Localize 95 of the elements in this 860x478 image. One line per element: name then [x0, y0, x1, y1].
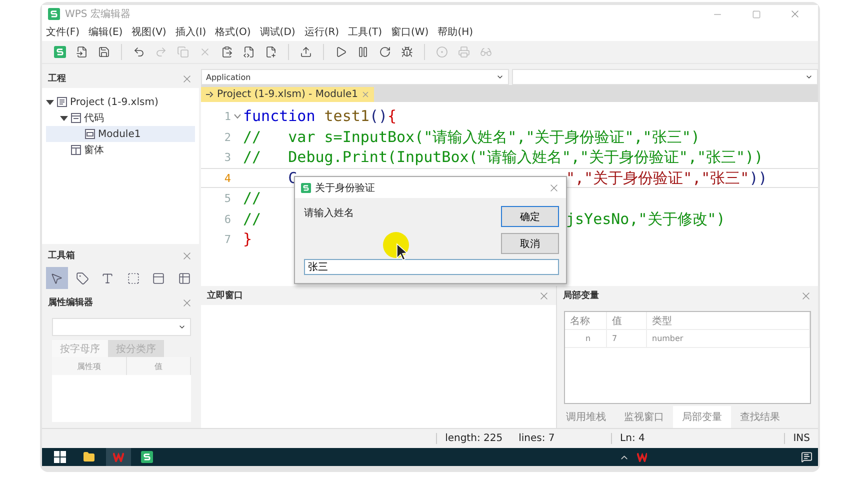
macro-button[interactable] [52, 44, 68, 60]
table-cell: number [647, 330, 810, 347]
form-window-icon [71, 145, 81, 155]
app-logo-icon [48, 8, 60, 20]
status-text: length: 225 [436, 433, 511, 444]
line-number: 1 [223, 110, 231, 123]
pointer-tool[interactable] [46, 267, 68, 289]
save-icon[interactable] [98, 46, 110, 58]
panel-icon [152, 272, 166, 284]
menu-item[interactable]: 工具(T) [348, 25, 382, 39]
table-cell: n [565, 330, 607, 347]
frame-icon [126, 272, 140, 284]
menu-item[interactable]: 帮助(H) [438, 25, 474, 39]
tree-item[interactable]: Project (1-9.xlsm) [46, 94, 195, 110]
column-header: 名称 [565, 312, 607, 329]
code-file-icon[interactable] [243, 46, 255, 58]
menu-item[interactable]: 格式(O) [215, 25, 251, 39]
module-icon [205, 90, 214, 99]
code-text: // [243, 210, 262, 228]
status-text: Ln: 4 [611, 433, 653, 444]
dialog-title: 关于身份验证 [315, 182, 376, 194]
column-header: 值 [607, 312, 647, 329]
app-logo-icon [54, 46, 66, 58]
code-text: ","关于身份验证","张三")) [566, 168, 768, 188]
code-text: jsYesNo,"关于修改") [566, 210, 726, 228]
line-number: 2 [223, 130, 231, 144]
code-text: // Debug.Print(InputBox("请输入姓名","关于身份验证","张三")) [243, 148, 764, 167]
menu-item[interactable]: 视图(V) [132, 25, 166, 39]
paste-icon[interactable] [221, 46, 233, 58]
line-number: 3 [223, 151, 231, 164]
menu-item[interactable]: 文件(F) [46, 25, 80, 39]
code-text: } [243, 230, 252, 248]
upload-icon[interactable] [300, 46, 312, 58]
maximize-icon[interactable] [752, 10, 760, 18]
tree-item[interactable]: 代码 [46, 110, 195, 126]
app-logo-icon [141, 451, 154, 463]
line-number: 4 [223, 172, 231, 184]
menu-item[interactable]: 插入(I) [175, 25, 206, 39]
dropdown-caret-icon [496, 73, 504, 81]
menu-item[interactable]: 编辑(E) [88, 25, 123, 39]
text-icon [101, 272, 114, 284]
tab[interactable]: 局部变量 [673, 406, 731, 428]
line-number: 5 [223, 192, 231, 205]
code-text: // [243, 189, 262, 208]
table-cell: 7 [607, 330, 647, 347]
close-icon[interactable] [789, 8, 801, 20]
menu-item[interactable]: 窗口(W) [391, 25, 429, 39]
export-icon[interactable] [76, 46, 88, 58]
input-field[interactable]: 张三 [304, 259, 559, 275]
dropdown-caret-icon [178, 323, 186, 331]
tag-icon [76, 272, 89, 284]
code-text: function test1(){ [243, 107, 397, 126]
column-header: 类型 [647, 312, 810, 329]
dialog-button[interactable]: 确定 [501, 206, 559, 227]
folder-window-icon [71, 113, 81, 123]
table-icon [178, 272, 191, 284]
bug-icon[interactable] [401, 46, 413, 58]
panel-title: 立即窗口 [207, 289, 243, 302]
fold-caret-icon[interactable] [234, 114, 240, 119]
tab-label: Project (1-9.xlsm) - Module1 [217, 89, 358, 100]
pointer-icon [50, 272, 64, 284]
dialog-button[interactable]: 取消 [501, 233, 559, 254]
refresh-icon[interactable] [379, 46, 391, 58]
code-text: // var s=InputBox("请输入姓名","关于身份验证","张三") [243, 128, 700, 146]
panel-title: 工具箱 [48, 250, 75, 262]
undo-icon[interactable] [133, 46, 145, 58]
object-dropdown[interactable]: Application [201, 69, 509, 85]
menu-item[interactable]: 运行(R) [304, 25, 340, 39]
status-text: lines: 7 [518, 433, 556, 444]
prompt-text: 请输入姓名 [304, 206, 354, 220]
folder-icon [83, 451, 96, 463]
new-file-icon[interactable] [265, 46, 277, 58]
dropdown-caret-icon [805, 73, 813, 81]
line-number: 6 [223, 212, 231, 226]
tree-item[interactable]: Module1 [46, 126, 195, 142]
dropdown-value: Application [206, 72, 251, 82]
module-window-icon [85, 129, 95, 139]
pause-icon[interactable] [357, 46, 369, 58]
status-text: INS [784, 433, 818, 444]
play-icon[interactable] [335, 46, 347, 58]
close-icon[interactable] [361, 90, 370, 99]
window-title: WPS 宏编辑器 [65, 8, 132, 21]
panel-title: 属性编辑器 [48, 296, 93, 309]
document-tab[interactable]: Project (1-9.xlsm) - Module1 [201, 87, 374, 102]
document-icon [57, 97, 67, 107]
windows-logo-icon[interactable] [54, 451, 66, 463]
notification-icon[interactable] [800, 451, 812, 463]
menu-item[interactable]: 调试(D) [260, 25, 296, 39]
panel-title: 工程 [48, 72, 66, 85]
app-logo-icon [301, 182, 311, 192]
tree-item[interactable]: 窗体 [46, 142, 195, 158]
panel-title: 局部变量 [563, 289, 599, 302]
line-number: 7 [223, 232, 231, 246]
wps-logo-icon[interactable] [112, 452, 124, 462]
wps-logo-icon[interactable] [636, 452, 648, 462]
